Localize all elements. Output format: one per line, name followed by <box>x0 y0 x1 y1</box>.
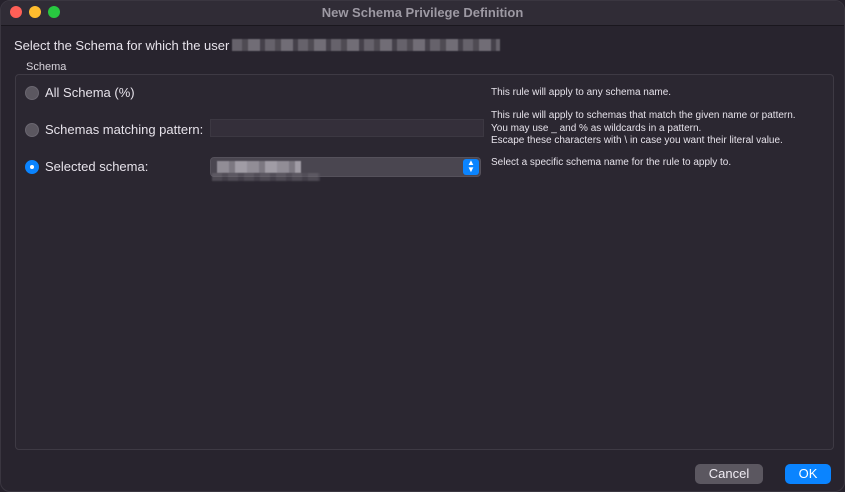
pattern-schema-radio[interactable] <box>25 122 39 137</box>
title-bar: New Schema Privilege Definition <box>1 1 844 26</box>
window-title: New Schema Privilege Definition <box>321 5 524 20</box>
chevron-up-down-icon: ▲ ▼ <box>463 159 479 175</box>
schema-pattern-input[interactable] <box>210 119 484 137</box>
schema-group-label: Schema <box>26 61 67 73</box>
all-schema-radio[interactable] <box>25 85 39 100</box>
ok-button[interactable]: OK <box>785 464 831 484</box>
pattern-description-line: Escape these characters with \ in case y… <box>491 135 783 146</box>
redacted-schema-name <box>217 161 301 173</box>
dialog-window: New Schema Privilege Definition Select t… <box>0 0 845 492</box>
all-schema-label: All Schema (%) <box>45 85 135 100</box>
pattern-schema-description: This rule will apply to schemas that mat… <box>491 110 831 148</box>
all-schema-description: This rule will apply to any schema name. <box>491 87 672 98</box>
redacted-user-name <box>232 39 500 51</box>
pattern-description-line: This rule will apply to schemas that mat… <box>491 110 796 121</box>
cancel-button[interactable]: Cancel <box>695 464 763 484</box>
pattern-schema-label: Schemas matching pattern: <box>45 122 204 137</box>
all-schema-option[interactable]: All Schema (%) <box>25 85 135 100</box>
selected-schema-option[interactable]: Selected schema: <box>25 159 148 174</box>
selected-schema-radio[interactable] <box>25 159 39 174</box>
selected-schema-label: Selected schema: <box>45 159 149 174</box>
pattern-description-line: You may use _ and % as wildcards in a pa… <box>491 122 702 134</box>
redacted-schema-name-overflow <box>212 173 320 181</box>
user-prompt-text: Select the Schema for which the user <box>14 38 230 53</box>
selected-schema-description: Select a specific schema name for the ru… <box>491 157 732 168</box>
pattern-schema-option[interactable]: Schemas matching pattern: <box>25 122 203 137</box>
